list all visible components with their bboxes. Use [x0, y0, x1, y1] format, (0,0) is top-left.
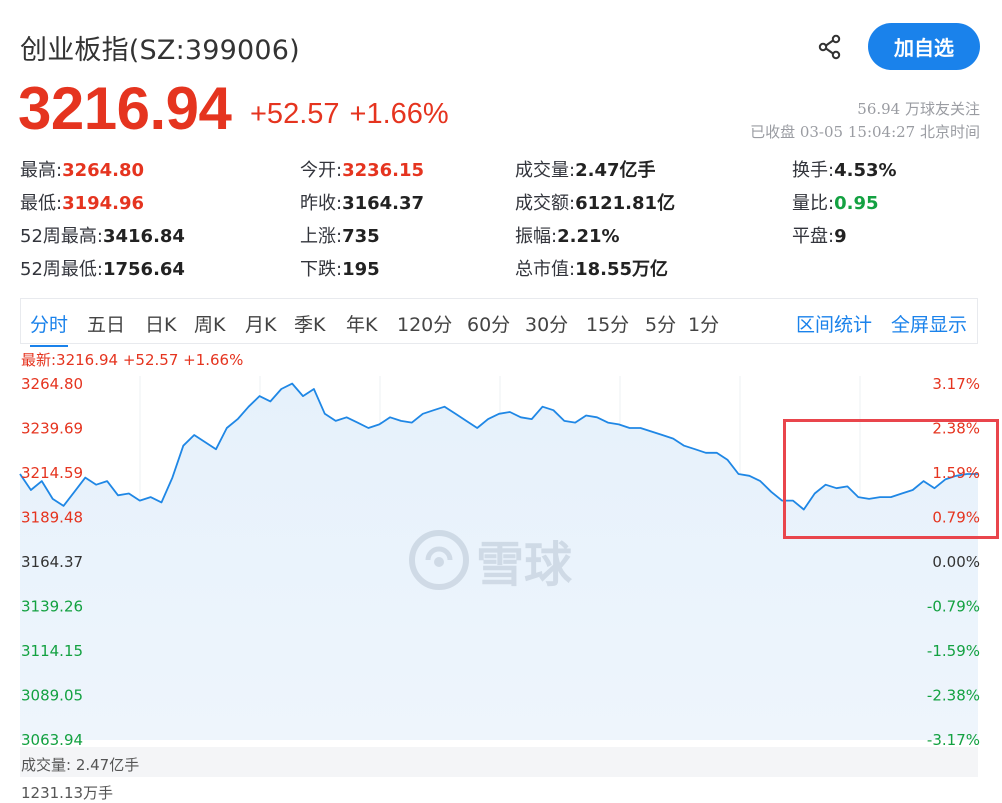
y-tick-price: 3063.94	[21, 731, 83, 747]
quote-high: 最高:3264.80	[20, 160, 145, 181]
xueqiu-logo-icon	[409, 530, 469, 590]
y-tick-price: 3139.26	[21, 598, 83, 616]
y-tick-percent: 3.17%	[932, 375, 980, 393]
volume-max-label: 1231.13万手	[21, 784, 114, 802]
tab-daily-k[interactable]: 日K	[145, 310, 176, 337]
tab-intraday[interactable]: 分时	[30, 310, 69, 347]
quote-52w-high: 52周最高:3416.84	[20, 226, 185, 247]
y-tick-percent: 1.59%	[932, 464, 980, 482]
tab-monthly-k[interactable]: 月K	[245, 310, 276, 337]
quote-down-count: 下跌:195	[300, 259, 380, 280]
tab-1min[interactable]: 1分	[688, 310, 719, 337]
tab-5min[interactable]: 5分	[645, 310, 676, 337]
y-tick-percent: -1.59%	[927, 642, 980, 660]
quote-volume-ratio: 量比:0.95	[792, 193, 879, 214]
price-change: +52.57 +1.66%	[250, 98, 459, 131]
volume-panel	[20, 747, 978, 777]
share-icon[interactable]	[816, 33, 844, 61]
tab-weekly-k[interactable]: 周K	[194, 310, 225, 337]
tab-60min[interactable]: 60分	[467, 310, 510, 337]
y-tick-price: 3189.48	[21, 508, 83, 526]
y-tick-price: 3114.15	[21, 642, 83, 660]
watermark-text: 雪球	[476, 537, 573, 593]
tab-quarterly-k[interactable]: 季K	[294, 310, 325, 337]
fullscreen-link[interactable]: 全屏显示	[891, 310, 967, 337]
y-tick-percent: 2.38%	[932, 420, 980, 438]
quote-amount: 成交额:6121.81亿	[515, 193, 676, 214]
range-stats-link[interactable]: 区间统计	[796, 310, 872, 337]
xueqiu-watermark: 雪球	[408, 525, 572, 595]
followers-count: 56.94 万球友关注	[857, 100, 980, 118]
latest-price-line: 最新:3216.94 +52.57 +1.66%	[21, 351, 244, 369]
quote-open: 今开:3236.15	[300, 160, 425, 181]
market-status: 已收盘 03-05 15:04:27 北京时间	[750, 123, 980, 141]
tab-120min[interactable]: 120分	[397, 310, 452, 337]
y-tick-percent: 0.00%	[932, 553, 980, 571]
y-tick-price: 3089.05	[21, 686, 83, 704]
quote-flat-count: 平盘:9	[792, 226, 847, 247]
chart-period-tabs: 分时 五日 日K 周K 月K 季K 年K 120分 60分 30分 15分 5分…	[20, 298, 978, 347]
quote-low: 最低:3194.96	[20, 193, 145, 214]
quote-52w-low: 52周最低:1756.64	[20, 259, 185, 280]
quote-market-cap: 总市值:18.55万亿	[515, 259, 669, 280]
quote-up-count: 上涨:735	[300, 226, 380, 247]
tab-5day[interactable]: 五日	[87, 310, 125, 337]
stock-title: 创业板指(SZ:399006)	[20, 35, 300, 66]
volume-label: 成交量: 2.47亿手	[21, 756, 140, 774]
add-to-watchlist-button[interactable]: 加自选	[868, 23, 980, 70]
quote-turnover: 换手:4.53%	[792, 160, 897, 181]
y-tick-price: 3164.37	[21, 553, 83, 571]
change-value: +52.57	[250, 98, 340, 130]
y-tick-percent: -2.38%	[927, 686, 980, 704]
y-tick-percent: -3.17%	[927, 731, 980, 747]
y-tick-percent: -0.79%	[927, 598, 980, 616]
current-price: 3216.94	[18, 75, 232, 142]
quote-volume: 成交量:2.47亿手	[515, 160, 656, 181]
y-tick-percent: 0.79%	[932, 508, 980, 526]
y-tick-price: 3214.59	[21, 464, 83, 482]
change-percent: +1.66%	[349, 98, 449, 130]
tab-30min[interactable]: 30分	[525, 310, 568, 337]
tab-yearly-k[interactable]: 年K	[346, 310, 377, 337]
quote-prev-close: 昨收:3164.37	[300, 193, 425, 214]
y-tick-price: 3239.69	[21, 420, 83, 438]
tab-15min[interactable]: 15分	[586, 310, 629, 337]
quote-amplitude: 振幅:2.21%	[515, 226, 620, 247]
y-tick-price: 3264.80	[21, 375, 83, 393]
